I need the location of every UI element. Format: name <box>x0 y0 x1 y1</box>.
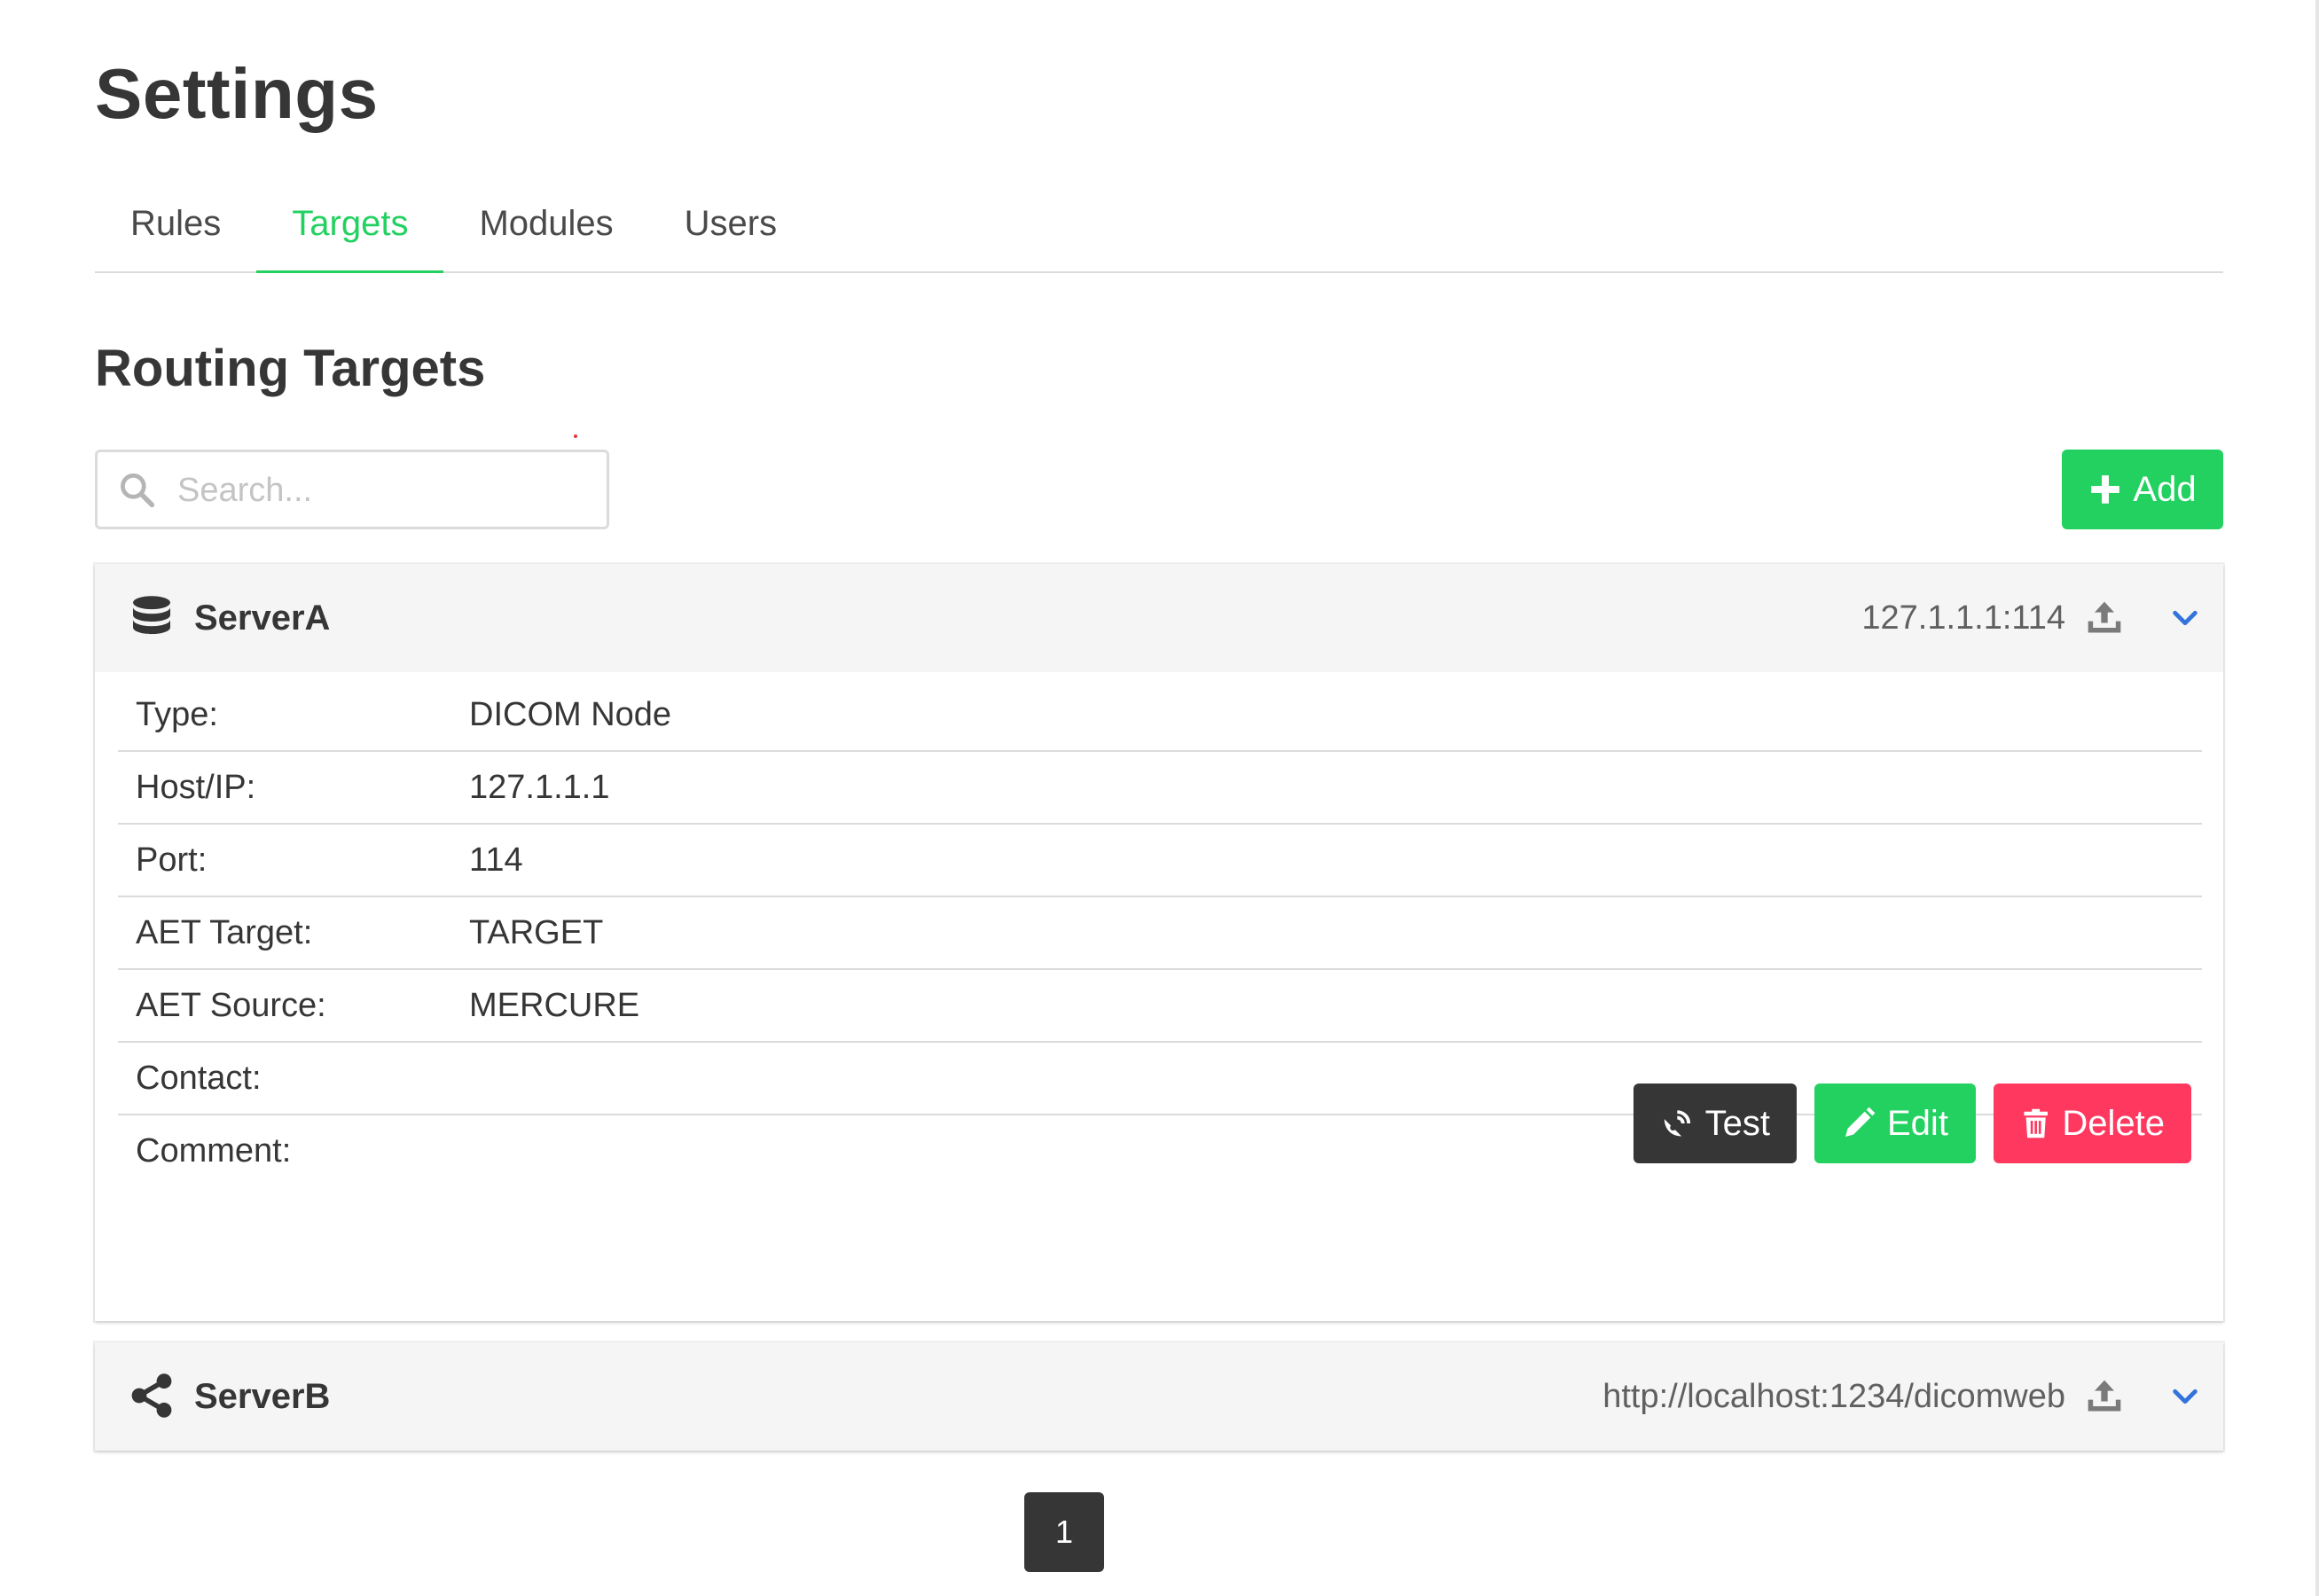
test-button-label: Test <box>1704 1103 1770 1143</box>
field-label: Port: <box>118 824 451 897</box>
delete-button[interactable]: Delete <box>1994 1084 2191 1163</box>
field-label: Comment: <box>136 1131 292 1170</box>
pencil-icon <box>1845 1107 1876 1137</box>
table-row: Type: DICOM Node <box>118 679 2202 752</box>
trash-icon <box>2024 1108 2048 1138</box>
field-value: TARGET <box>451 896 2202 970</box>
edit-button-label: Edit <box>1887 1103 1948 1143</box>
satellite-dish-icon <box>1664 1110 1691 1137</box>
field-label: Contact: <box>118 1042 451 1115</box>
field-value: 114 <box>451 824 2202 897</box>
delete-button-label: Delete <box>2062 1103 2165 1143</box>
target-name: ServerA <box>194 598 331 638</box>
table-row: AET Target: TARGET <box>118 896 2202 970</box>
upload-icon <box>2088 1380 2121 1412</box>
field-label: Type: <box>118 679 451 752</box>
table-row: Port: 114 <box>118 824 2202 897</box>
plus-icon <box>2091 475 2120 504</box>
add-button-label: Add <box>2133 469 2197 509</box>
field-value: MERCURE <box>451 969 2202 1043</box>
field-value: DICOM Node <box>451 679 2202 752</box>
search-box[interactable] <box>95 450 609 529</box>
scrollbar[interactable] <box>2315 0 2319 1596</box>
field-label: Host/IP: <box>118 751 451 825</box>
marker-dot <box>574 434 577 438</box>
tab-rules[interactable]: Rules <box>95 193 256 259</box>
share-icon <box>131 1373 172 1418</box>
chevron-down-icon[interactable] <box>2170 603 2200 633</box>
target-card-header[interactable]: ServerB http://localhost:1234/dicomweb <box>95 1342 2223 1451</box>
search-icon <box>121 473 155 508</box>
target-address: http://localhost:1234/dicomweb <box>1602 1377 2065 1415</box>
page-title: Settings <box>95 54 379 133</box>
table-row: Host/IP: 127.1.1.1 <box>118 751 2202 825</box>
field-label: AET Source: <box>118 969 451 1043</box>
target-card-header[interactable]: ServerA 127.1.1.1:114 <box>95 564 2223 672</box>
target-card: ServerB http://localhost:1234/dicomweb <box>95 1342 2223 1451</box>
upload-icon <box>2088 601 2121 633</box>
table-row: AET Source: MERCURE <box>118 969 2202 1043</box>
section-title: Routing Targets <box>95 340 486 397</box>
field-label: AET Target: <box>118 896 451 970</box>
test-button[interactable]: Test <box>1633 1084 1797 1163</box>
tab-users[interactable]: Users <box>649 193 812 259</box>
target-details: Type: DICOM Node Host/IP: 127.1.1.1 Port… <box>95 679 2223 1186</box>
target-actions: Test Edit Delete <box>1633 1084 2191 1163</box>
target-card: ServerA 127.1.1.1:114 Type: DICOM Node H… <box>95 564 2223 1321</box>
target-name: ServerB <box>194 1376 331 1416</box>
add-target-button[interactable]: Add <box>2062 450 2223 529</box>
search-input[interactable] <box>176 452 596 528</box>
chevron-down-icon[interactable] <box>2170 1381 2200 1412</box>
tab-modules[interactable]: Modules <box>443 193 648 259</box>
settings-tabs: Rules Targets Modules Users <box>95 193 2223 273</box>
tab-targets[interactable]: Targets <box>256 193 444 273</box>
database-icon <box>133 596 170 635</box>
field-value: 127.1.1.1 <box>451 751 2202 825</box>
edit-button[interactable]: Edit <box>1814 1084 1976 1163</box>
pagination-page-button[interactable]: 1 <box>1024 1492 1104 1572</box>
target-address: 127.1.1.1:114 <box>1861 598 2065 637</box>
